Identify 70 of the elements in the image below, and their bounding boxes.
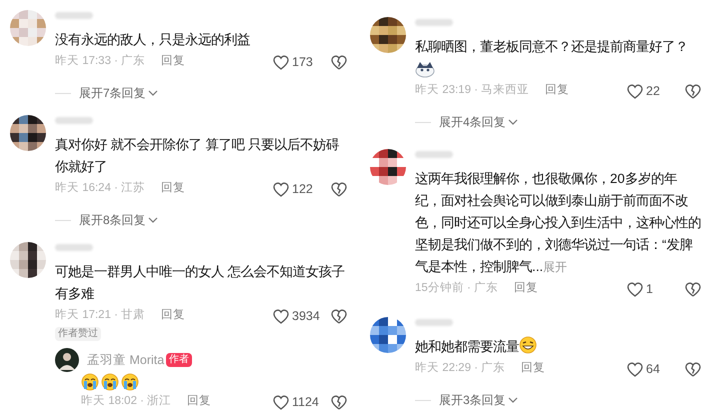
comment-time: 昨天 23:19 · 马来西亚	[415, 82, 530, 98]
blurred-name	[415, 318, 453, 326]
broken-heart-icon	[685, 282, 701, 296]
heart-icon	[627, 84, 643, 98]
chevron-down-icon	[508, 396, 518, 404]
broken-heart-icon	[685, 84, 701, 98]
comment-text: 她和她都需要流量	[415, 336, 707, 358]
reply-link[interactable]: 回复	[161, 53, 186, 71]
reply-link[interactable]: 回复	[545, 82, 570, 100]
dislike-button[interactable]	[685, 362, 701, 376]
expand-replies-button[interactable]: 展开7条回复	[79, 84, 158, 102]
comment-time: 15分钟前 · 广东	[415, 280, 498, 296]
author-badge: 作者	[166, 353, 192, 367]
expand-replies-button[interactable]: 展开8条回复	[79, 211, 158, 229]
comment-text: 可她是一群男人中唯一的女人 怎么会不知道女孩子有多难	[55, 263, 346, 303]
comment-text: 没有永远的敌人，只是永远的利益	[55, 31, 251, 49]
expand-link[interactable]: 展开	[543, 260, 568, 274]
crying-emoji-icon	[81, 373, 99, 391]
chevron-down-icon	[148, 216, 158, 224]
blurred-name	[55, 12, 93, 18]
like-button[interactable]: 22	[627, 82, 677, 100]
blurred-name	[55, 244, 93, 250]
comment-time: 昨天 17:33 · 广东	[55, 53, 146, 70]
broken-heart-icon	[331, 182, 347, 196]
like-button[interactable]: 64	[627, 360, 677, 378]
like-button[interactable]: 1	[627, 280, 677, 298]
heart-icon	[273, 394, 289, 410]
reply-link[interactable]: 回复	[161, 307, 186, 325]
heart-icon	[627, 282, 643, 296]
reply-link[interactable]: 回复	[161, 180, 186, 198]
dislike-button[interactable]	[685, 84, 701, 98]
reply-author: 孟羽童 Morita	[87, 352, 164, 369]
like-button[interactable]: 122	[273, 180, 323, 198]
comment-text: 真对你好 就不会开除你了 算了吧 只要以后不妨碍你就好了	[55, 136, 340, 176]
chevron-down-icon	[148, 89, 158, 97]
reply-link[interactable]: 回复	[187, 393, 212, 411]
grinning-emoji-icon	[519, 336, 537, 354]
dislike-button[interactable]	[685, 282, 701, 296]
broken-heart-icon	[331, 394, 347, 410]
broken-heart-icon	[331, 308, 347, 324]
comment-text: 这两年我很理解你，也很敬佩你，20多岁的年纪，面对社会舆论可以做到泰山崩于前而面不改色，同时还可以全身心投入到生活中，这种心性的坚韧是我们做不到的，刘德华说过一句话：“发脾气是本性，控制脾气...展开	[415, 170, 702, 276]
crying-emoji-icon	[101, 373, 119, 391]
reply-link[interactable]: 回复	[521, 360, 546, 378]
crying-emoji-icon	[121, 373, 139, 391]
heart-icon	[273, 54, 289, 70]
comment-time: 昨天 16:24 · 江苏	[55, 180, 146, 196]
dislike-button[interactable]	[331, 308, 347, 324]
expand-replies-button[interactable]: 展开3条回复	[439, 391, 518, 409]
comment-time: 昨天 22:29 · 广东	[415, 360, 506, 376]
blurred-name	[415, 18, 453, 26]
author-liked-badge: 作者赞过	[55, 327, 101, 341]
heart-icon	[273, 308, 289, 324]
chevron-down-icon	[508, 118, 518, 126]
comment-text: 私聊晒图，董老板同意不？还是提前商量好了？	[415, 38, 689, 56]
comment-time: 昨天 18:02 · 浙江	[81, 394, 172, 410]
blurred-name	[55, 116, 93, 124]
like-button[interactable]: 3934	[273, 306, 323, 326]
like-button[interactable]: 173	[273, 52, 323, 72]
broken-heart-icon	[331, 54, 347, 70]
dislike-button[interactable]	[331, 54, 347, 70]
dislike-button[interactable]	[331, 394, 347, 410]
heart-icon	[273, 182, 289, 196]
like-button[interactable]: 1124	[273, 392, 323, 412]
reply-link[interactable]: 回复	[514, 280, 538, 298]
heart-icon	[627, 362, 643, 376]
expand-replies-button[interactable]: 展开4条回复	[439, 113, 518, 131]
broken-heart-icon	[685, 362, 701, 376]
blurred-name	[415, 150, 453, 158]
comment-time: 昨天 17:21 · 甘肃	[55, 308, 146, 324]
dislike-button[interactable]	[331, 182, 347, 196]
